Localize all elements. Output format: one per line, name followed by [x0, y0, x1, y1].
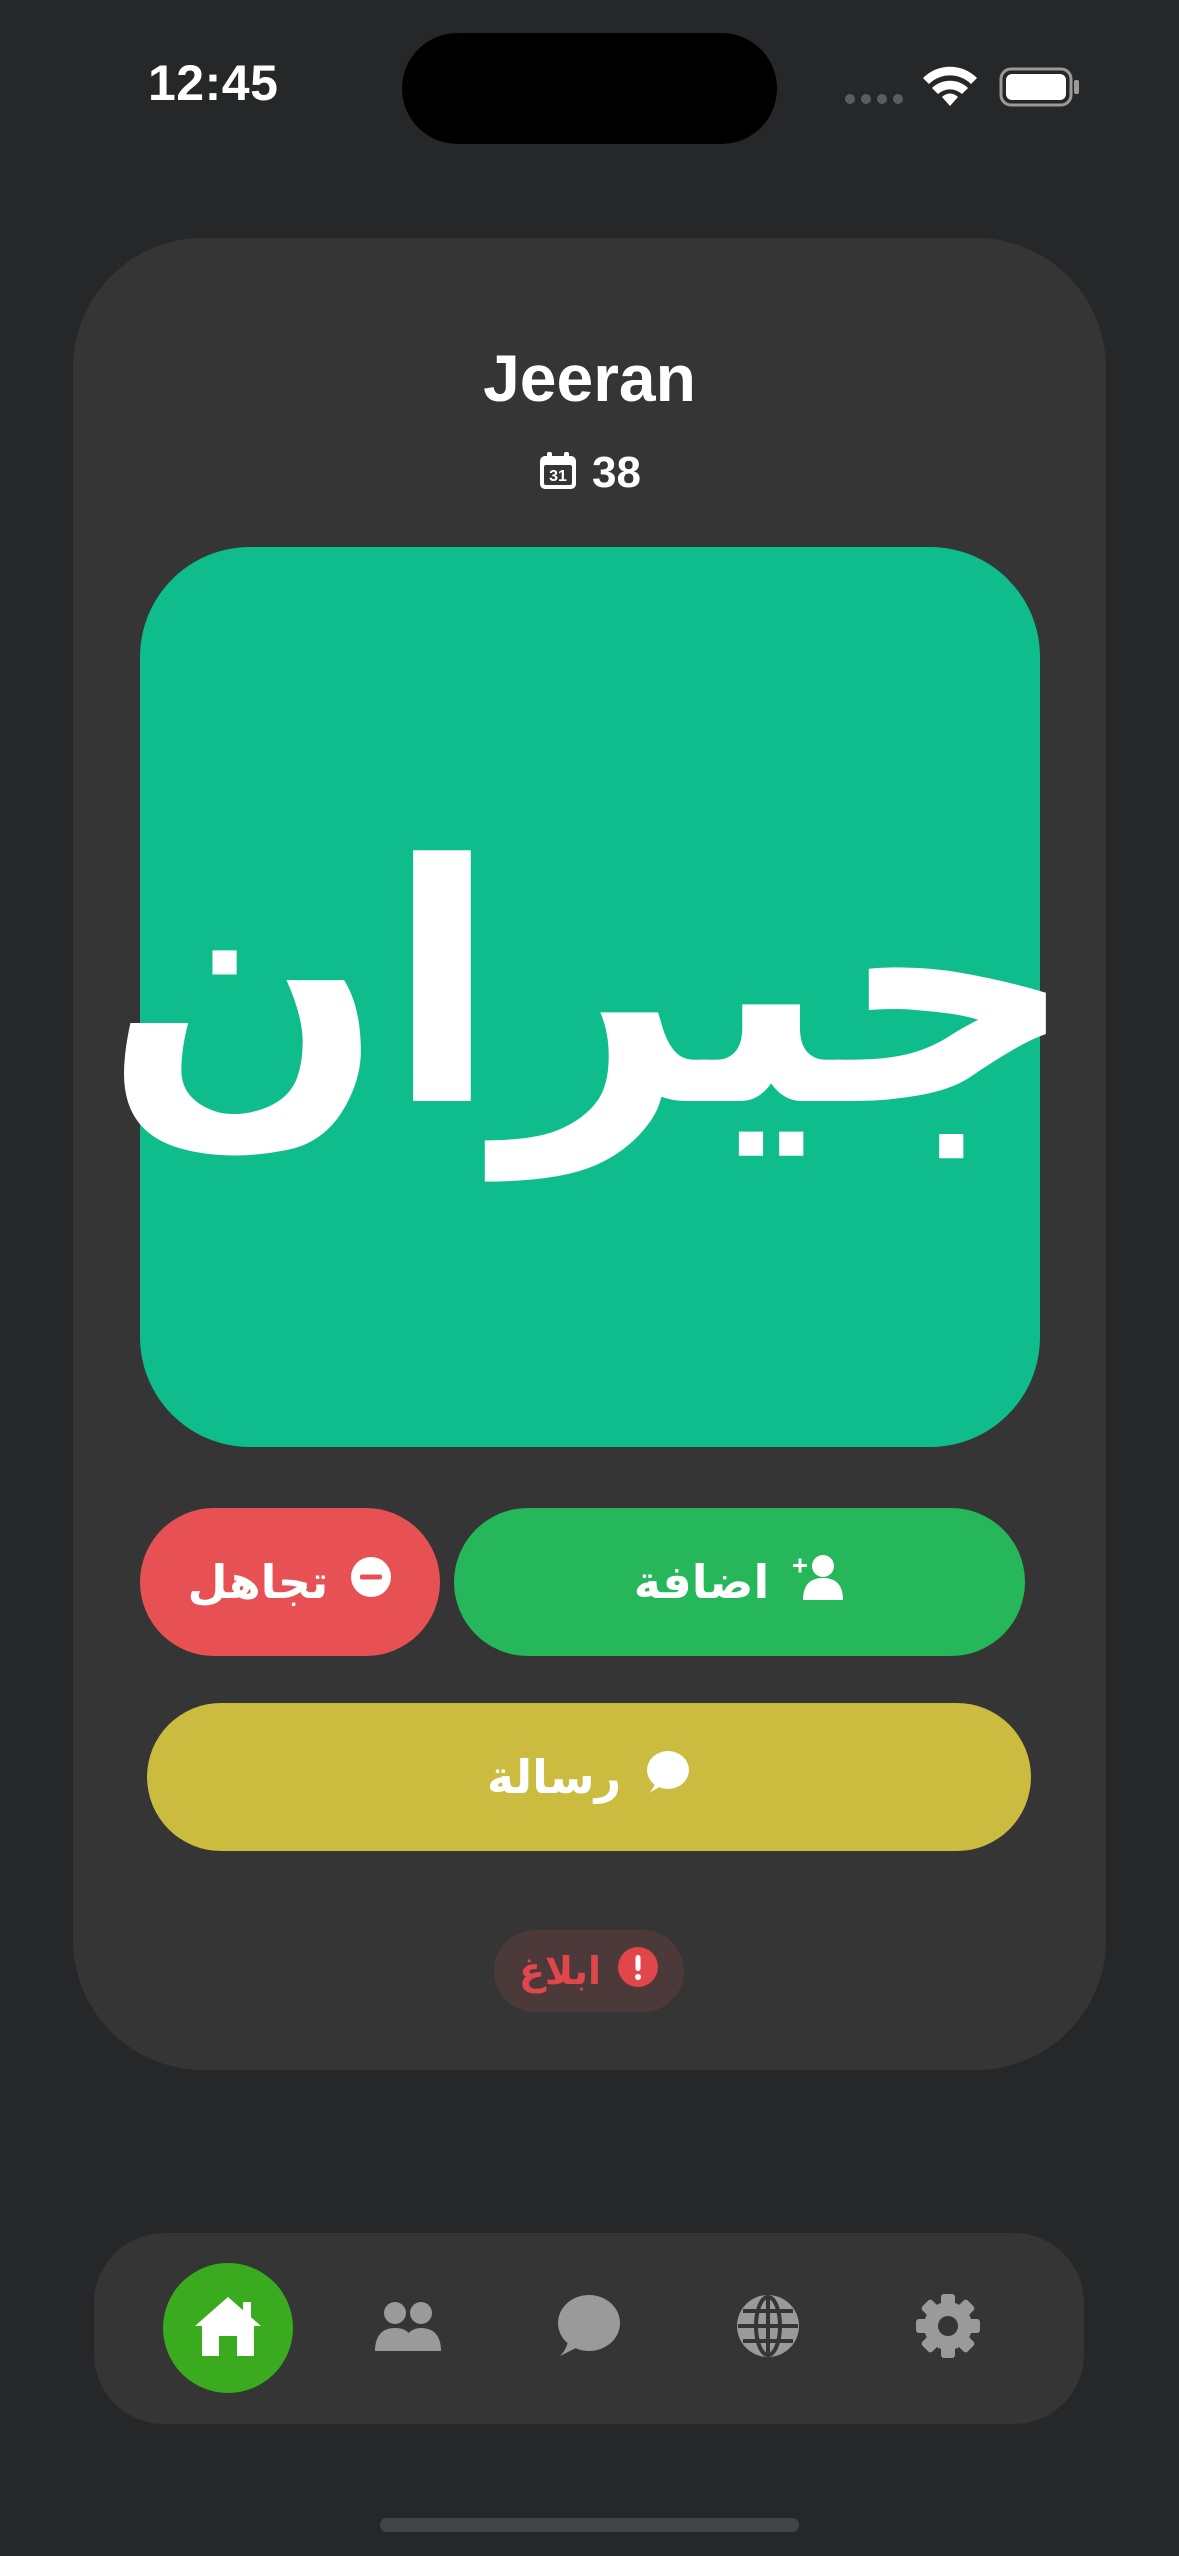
- add-user-icon: [791, 1554, 845, 1611]
- wifi-icon: [922, 66, 978, 112]
- globe-icon: [735, 2293, 801, 2363]
- status-time: 12:45: [148, 55, 279, 111]
- ignore-label: تجاهل: [187, 1555, 329, 1609]
- tab-bar: [94, 2233, 1084, 2424]
- tab-explore[interactable]: [703, 2263, 833, 2393]
- add-friend-button[interactable]: اضافة: [454, 1508, 1025, 1656]
- chat-bubble-icon: [643, 1749, 691, 1806]
- profile-name: Jeeran: [483, 341, 696, 415]
- home-icon: [193, 2294, 263, 2362]
- report-button[interactable]: ابلاغ: [494, 1930, 684, 2012]
- battery-icon: [999, 67, 1081, 111]
- calendar-icon: 31: [538, 451, 578, 495]
- message-button[interactable]: رسالة: [147, 1703, 1031, 1851]
- avatar-logo-text: جيران: [103, 795, 1077, 1179]
- gear-icon: [915, 2293, 981, 2363]
- tab-settings[interactable]: [883, 2263, 1013, 2393]
- users-icon: [373, 2299, 443, 2357]
- minus-circle-icon: [350, 1555, 392, 1609]
- message-label: رسالة: [486, 1750, 622, 1804]
- tab-chats[interactable]: [523, 2263, 653, 2393]
- svg-text:31: 31: [549, 468, 567, 485]
- cellular-signal-icon: [845, 94, 903, 104]
- profile-avatar: جيران: [104, 547, 1076, 1447]
- profile-age: 38: [592, 448, 641, 497]
- home-indicator[interactable]: [380, 2518, 799, 2532]
- chat-icon: [555, 2294, 621, 2362]
- ignore-button[interactable]: تجاهل: [140, 1508, 440, 1656]
- exclamation-circle-icon: [617, 1946, 659, 1997]
- tab-home[interactable]: [163, 2263, 293, 2393]
- report-label: ابلاغ: [518, 1949, 602, 1993]
- dynamic-island: [402, 33, 777, 144]
- add-friend-label: اضافة: [633, 1555, 770, 1609]
- profile-age-row: 31 38: [0, 448, 1179, 498]
- tab-friends[interactable]: [343, 2263, 473, 2393]
